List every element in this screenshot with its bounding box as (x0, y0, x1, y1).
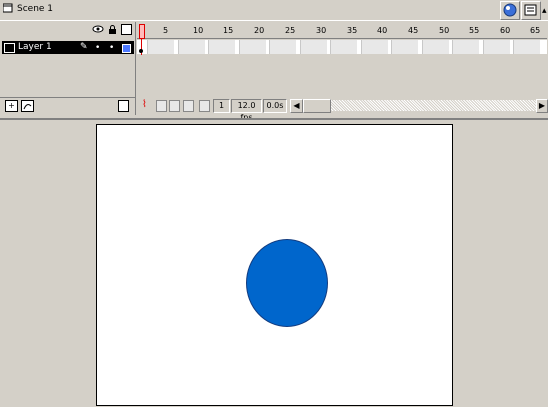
chevron-up-icon[interactable]: ▴ (542, 6, 547, 16)
ruler-label: 20 (254, 26, 265, 35)
frame-block[interactable] (269, 40, 296, 54)
ruler-label: 65 (530, 26, 541, 35)
layer-outline-color[interactable] (122, 44, 131, 53)
frame-rate: 12.0 fps (231, 99, 262, 122)
visibility-dot-icon[interactable]: • (95, 43, 100, 53)
ruler-label: 40 (377, 26, 388, 35)
layer-icon (4, 43, 15, 53)
frame-block[interactable] (177, 40, 205, 54)
elapsed-time: 0.0s (263, 99, 287, 113)
frame-block[interactable] (513, 40, 540, 54)
ruler-label: 25 (285, 26, 296, 35)
ruler-label: 60 (500, 26, 511, 35)
edit-multiple-frames-icon[interactable] (183, 100, 194, 112)
edit-scene-button[interactable] (521, 1, 541, 20)
ruler-label: 5 (163, 26, 169, 35)
playhead[interactable] (139, 24, 145, 39)
current-frame: 1 (213, 99, 230, 113)
add-guide-layer-icon[interactable] (21, 100, 34, 112)
frame-ruler[interactable]: 1 5 10 15 20 25 30 35 40 45 50 55 60 65 (137, 24, 547, 39)
scroll-left-button[interactable]: ◀ (290, 99, 303, 113)
ruler-label: 35 (347, 26, 358, 35)
pencil-icon: ✎ (80, 42, 88, 52)
onion-skin-icon[interactable] (156, 100, 167, 112)
eye-icon[interactable] (92, 25, 104, 36)
scene-label[interactable]: Scene 1 (17, 4, 53, 14)
scroll-track[interactable] (331, 100, 536, 111)
frame-block[interactable] (330, 40, 357, 54)
ellipse-shape[interactable] (246, 239, 328, 327)
frame-block[interactable] (299, 40, 327, 54)
ruler-label: 10 (193, 26, 204, 35)
ruler-label: 30 (316, 26, 327, 35)
scene-bar (0, 0, 548, 21)
scroll-right-button[interactable]: ▶ (536, 99, 548, 113)
layer-name[interactable]: Layer 1 (18, 42, 52, 52)
center-frame-icon[interactable]: ⌇ (142, 99, 147, 110)
frame-block[interactable] (421, 40, 449, 54)
onion-skin-outlines-icon[interactable] (169, 100, 180, 112)
trash-icon[interactable] (118, 100, 129, 112)
lock-icon[interactable] (108, 25, 117, 38)
ruler-label: 55 (469, 26, 480, 35)
lock-dot-icon[interactable]: • (109, 43, 114, 53)
frame-block[interactable] (482, 40, 510, 54)
scroll-thumb[interactable] (303, 99, 331, 113)
add-layer-icon[interactable]: + (5, 100, 18, 112)
keyframe-dot[interactable] (139, 49, 143, 53)
frame-block[interactable] (452, 40, 479, 54)
edit-symbols-button[interactable] (500, 1, 520, 20)
modify-onion-markers-icon[interactable] (199, 100, 210, 112)
frame-block[interactable] (238, 40, 266, 54)
outline-icon[interactable] (121, 24, 132, 35)
frame-block[interactable] (391, 40, 418, 54)
frame-block[interactable] (360, 40, 388, 54)
ruler-label: 50 (439, 26, 450, 35)
frame-block[interactable] (147, 40, 174, 54)
scene-icon (2, 3, 13, 13)
frame-block[interactable] (208, 40, 235, 54)
ruler-label: 15 (223, 26, 234, 35)
ruler-label: 45 (408, 26, 419, 35)
